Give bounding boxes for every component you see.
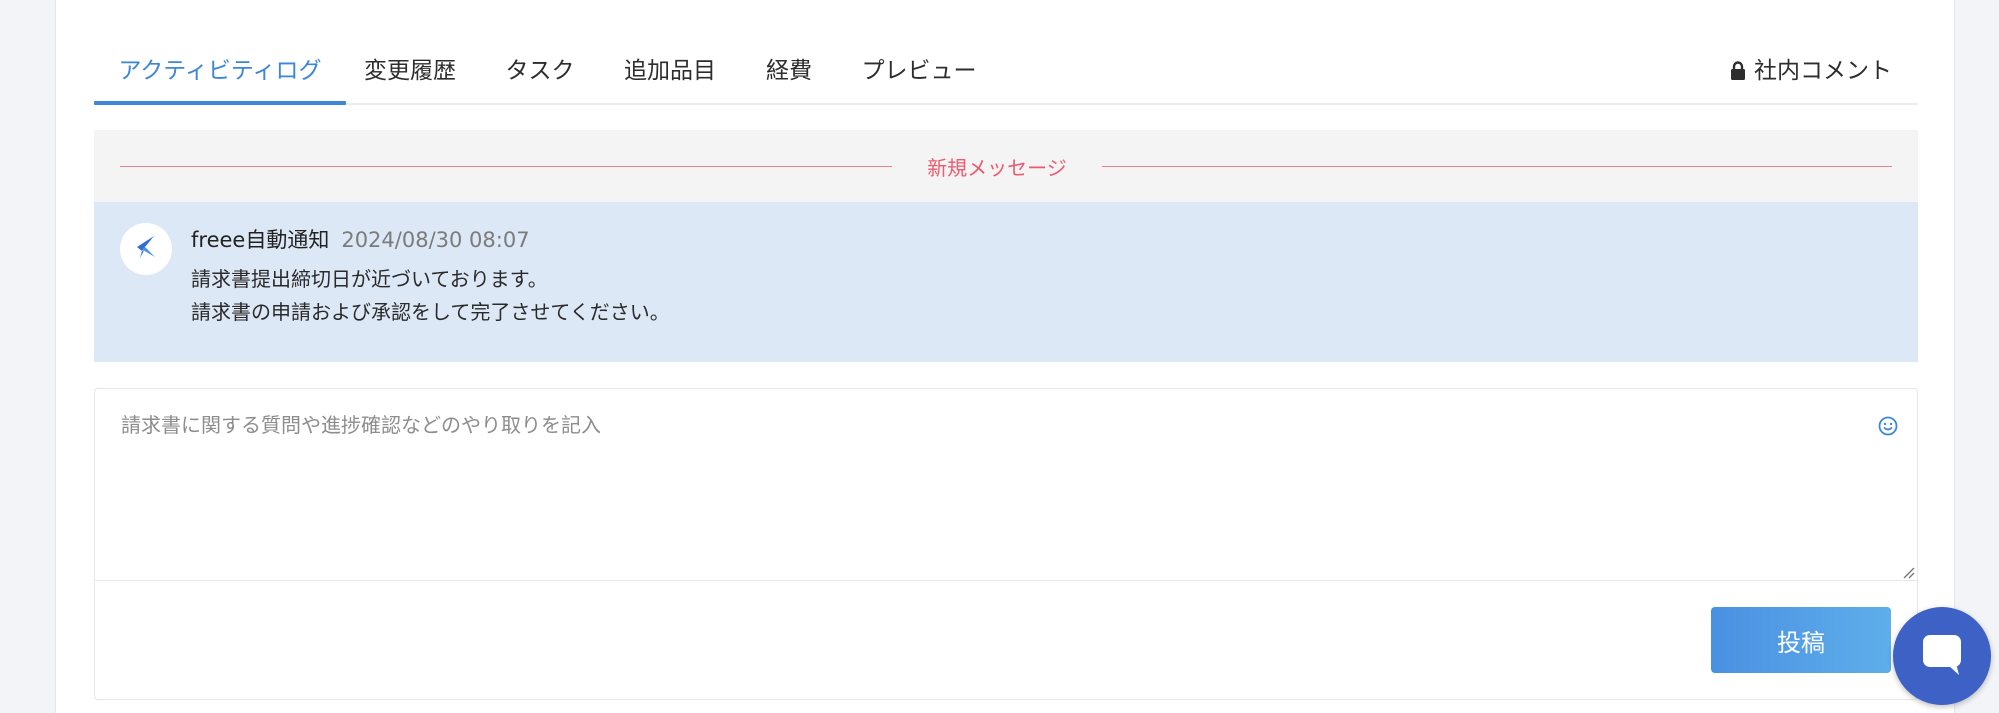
new-message-divider: 新規メッセージ bbox=[94, 130, 1918, 202]
message-sender: freee自動通知 bbox=[191, 228, 330, 252]
tab-bar: アクティビティログ 変更履歴 タスク 追加品目 経費 プレビュー 社内コメント bbox=[94, 48, 1918, 105]
post-button[interactable]: 投稿 bbox=[1711, 607, 1891, 673]
message-line: 請求書の申請および承認をして完了させてください。 bbox=[191, 300, 670, 324]
chat-bubble-icon bbox=[1915, 627, 1969, 685]
message-item: freee自動通知 2024/08/30 08:07 請求書提出締切日が近づいてお… bbox=[94, 202, 1918, 362]
new-message-label: 新規メッセージ bbox=[927, 156, 1067, 180]
resize-handle-icon[interactable] bbox=[1901, 564, 1915, 579]
message-timestamp: 2024/08/30 08:07 bbox=[341, 228, 530, 252]
internal-comment-label: 社内コメント bbox=[1754, 58, 1892, 84]
activity-panel: アクティビティログ 変更履歴 タスク 追加品目 経費 プレビュー 社内コメント … bbox=[55, 0, 1955, 713]
chat-widget-button[interactable] bbox=[1893, 607, 1991, 705]
tab-tasks[interactable]: タスク bbox=[505, 48, 575, 103]
freee-logo-icon bbox=[131, 232, 161, 266]
tab-expenses[interactable]: 経費 bbox=[766, 48, 812, 103]
comment-composer: 請求書に関する質問や進捗確認などのやり取りを記入 投稿 bbox=[94, 388, 1918, 700]
comment-input[interactable]: 請求書に関する質問や進捗確認などのやり取りを記入 bbox=[95, 389, 1917, 581]
tab-preview[interactable]: プレビュー bbox=[861, 48, 977, 103]
comment-placeholder: 請求書に関する質問や進捗確認などのやり取りを記入 bbox=[121, 413, 601, 437]
message-header: freee自動通知 2024/08/30 08:07 bbox=[191, 224, 530, 254]
tab-activity-log[interactable]: アクティビティログ bbox=[94, 48, 346, 105]
avatar bbox=[120, 223, 172, 275]
smiley-icon[interactable] bbox=[1877, 415, 1899, 437]
divider-line-left bbox=[120, 166, 892, 167]
message-body: 請求書提出締切日が近づいております。 請求書の申請および承認をして完了させてくだ… bbox=[191, 263, 670, 329]
message-line: 請求書提出締切日が近づいております。 bbox=[191, 267, 548, 291]
tab-additional-items[interactable]: 追加品目 bbox=[624, 48, 716, 103]
lock-icon bbox=[1730, 48, 1746, 94]
divider-line-right bbox=[1102, 166, 1892, 167]
tab-change-history[interactable]: 変更履歴 bbox=[364, 48, 456, 103]
tab-internal-comment[interactable]: 社内コメント bbox=[1730, 48, 1892, 103]
